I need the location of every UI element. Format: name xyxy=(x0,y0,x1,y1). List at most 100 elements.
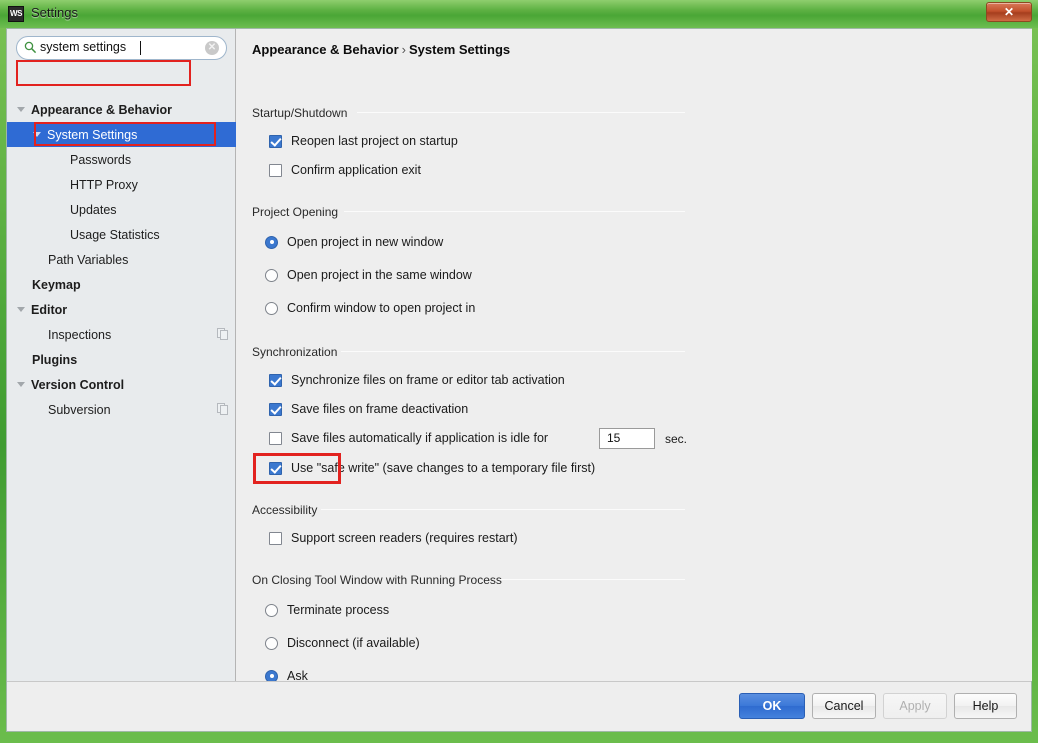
application-window: WS Settings ✕ system settings ✕ Appearan… xyxy=(0,0,1038,743)
checkbox-box xyxy=(269,461,282,475)
group-title-startup: Startup/Shutdown xyxy=(252,106,348,120)
checkbox-label: Use "safe write" (save changes to a temp… xyxy=(291,461,596,475)
sidebar-item-label: Path Variables xyxy=(48,252,129,267)
dialog-footer: OK Cancel Apply Help xyxy=(7,681,1031,731)
checkbox-label: Synchronize files on frame or editor tab… xyxy=(291,373,565,387)
help-button[interactable]: Help xyxy=(954,693,1017,719)
checkbox-reopen-last-project[interactable]: Reopen last project on startup xyxy=(269,134,458,148)
chevron-down-icon[interactable] xyxy=(33,132,41,137)
sidebar-item-label: Subversion xyxy=(48,402,111,417)
sidebar-item-system-settings[interactable]: System Settings xyxy=(7,122,236,147)
checkbox-label: Reopen last project on startup xyxy=(291,134,458,148)
copy-scope-icon xyxy=(217,328,228,340)
sidebar-item-label: Inspections xyxy=(48,327,112,342)
idle-seconds-unit-label: sec. xyxy=(665,432,688,446)
close-window-button[interactable]: ✕ xyxy=(986,2,1032,22)
sidebar-item-plugins[interactable]: Plugins xyxy=(7,347,236,372)
radio-label: Disconnect (if available) xyxy=(287,636,420,650)
checkbox-box xyxy=(269,402,282,416)
radio-confirm-window-to-open[interactable]: Confirm window to open project in xyxy=(265,301,475,315)
checkbox-box xyxy=(269,134,282,148)
sidebar-item-label: Usage Statistics xyxy=(70,227,160,242)
radio-label: Open project in new window xyxy=(287,235,444,249)
group-title-synchronization: Synchronization xyxy=(252,345,338,359)
radio-terminate-process[interactable]: Terminate process xyxy=(265,603,389,617)
clear-icon[interactable]: ✕ xyxy=(205,41,219,55)
group-title-accessibility: Accessibility xyxy=(252,503,318,517)
radio-circle xyxy=(265,268,278,282)
sidebar-item-label: System Settings xyxy=(47,127,138,142)
checkbox-synchronize-files[interactable]: Synchronize files on frame or editor tab… xyxy=(269,373,565,387)
chevron-down-icon[interactable] xyxy=(17,107,25,112)
sidebar-item-inspections[interactable]: Inspections xyxy=(7,322,236,347)
checkbox-support-screen-readers[interactable]: Support screen readers (requires restart… xyxy=(269,531,517,545)
search-icon xyxy=(24,41,37,54)
sidebar-item-label: Editor xyxy=(31,302,68,317)
group-divider-startup xyxy=(357,112,685,113)
sidebar-item-keymap[interactable]: Keymap xyxy=(7,272,236,297)
checkbox-label: Save files on frame deactivation xyxy=(291,402,469,416)
radio-open-project-same-window[interactable]: Open project in the same window xyxy=(265,268,472,282)
group-divider-closing-tool-window xyxy=(499,579,685,580)
sidebar-item-label: Passwords xyxy=(70,152,132,167)
idle-seconds-input[interactable]: 15 xyxy=(599,428,655,449)
radio-circle xyxy=(265,636,278,650)
chevron-down-icon[interactable] xyxy=(17,382,25,387)
checkbox-confirm-application-exit[interactable]: Confirm application exit xyxy=(269,163,421,177)
radio-circle xyxy=(265,235,278,249)
sidebar-item-label: Appearance & Behavior xyxy=(31,102,173,117)
group-divider-project-opening xyxy=(344,211,685,212)
checkbox-use-safe-write[interactable]: Use "safe write" (save changes to a temp… xyxy=(269,461,595,475)
breadcrumb-separator: › xyxy=(401,42,407,57)
radio-label: Terminate process xyxy=(287,603,390,617)
settings-content-pane: Appearance & Behavior › System Settings St… xyxy=(237,29,1032,681)
settings-sidebar: system settings ✕ Appearance & Behavior S… xyxy=(7,29,236,681)
highlight-search-box xyxy=(16,60,191,86)
checkbox-label: Save files automatically if application … xyxy=(291,431,549,445)
checkbox-box xyxy=(269,373,282,387)
search-input-value: system settings xyxy=(40,40,127,54)
checkbox-save-files-automatically[interactable]: Save files automatically if application … xyxy=(269,431,548,445)
sidebar-item-usage-statistics[interactable]: Usage Statistics xyxy=(7,222,236,247)
sidebar-item-path-variables[interactable]: Path Variables xyxy=(7,247,236,272)
radio-label: Confirm window to open project in xyxy=(287,301,476,315)
checkbox-box xyxy=(269,163,282,177)
radio-circle xyxy=(265,603,278,617)
group-divider-accessibility xyxy=(321,509,685,510)
breadcrumb: Appearance & Behavior › System Settings xyxy=(252,42,510,57)
cancel-button[interactable]: Cancel xyxy=(812,693,876,719)
sidebar-item-updates[interactable]: Updates xyxy=(7,197,236,222)
sidebar-item-label: Version Control xyxy=(31,377,125,392)
window-titlebar: WS Settings ✕ xyxy=(0,0,1038,28)
app-logo-icon: WS xyxy=(8,6,24,22)
settings-search[interactable]: system settings ✕ xyxy=(16,36,227,60)
radio-label: Ask xyxy=(287,669,308,681)
sidebar-item-http-proxy[interactable]: HTTP Proxy xyxy=(7,172,236,197)
group-title-project-opening: Project Opening xyxy=(252,205,339,219)
radio-disconnect-if-available[interactable]: Disconnect (if available) xyxy=(265,636,420,650)
sidebar-item-label: HTTP Proxy xyxy=(70,177,138,192)
checkbox-box xyxy=(269,431,282,445)
chevron-down-icon[interactable] xyxy=(17,307,25,312)
checkbox-save-files-on-deactivation[interactable]: Save files on frame deactivation xyxy=(269,402,468,416)
radio-open-project-new-window[interactable]: Open project in new window xyxy=(265,235,443,249)
group-title-closing-tool-window: On Closing Tool Window with Running Proc… xyxy=(252,573,502,587)
settings-dialog: system settings ✕ Appearance & Behavior S… xyxy=(6,28,1032,732)
sidebar-item-appearance-behavior[interactable]: Appearance & Behavior xyxy=(7,97,236,122)
sidebar-item-label: Keymap xyxy=(32,277,81,292)
window-title: Settings xyxy=(31,5,78,20)
radio-ask[interactable]: Ask xyxy=(265,669,308,681)
radio-circle xyxy=(265,301,278,315)
sidebar-item-editor[interactable]: Editor xyxy=(7,297,236,322)
sidebar-item-version-control[interactable]: Version Control xyxy=(7,372,236,397)
sidebar-item-label: Updates xyxy=(70,202,117,217)
search-caret xyxy=(140,41,141,55)
checkbox-label: Support screen readers (requires restart… xyxy=(291,531,518,545)
settings-tree: Appearance & Behavior System Settings Pass… xyxy=(7,97,236,422)
sidebar-item-subversion[interactable]: Subversion xyxy=(7,397,236,422)
ok-button[interactable]: OK xyxy=(739,693,805,719)
checkbox-box xyxy=(269,531,282,545)
sidebar-item-passwords[interactable]: Passwords xyxy=(7,147,236,172)
checkbox-label: Confirm application exit xyxy=(291,163,421,177)
breadcrumb-parent[interactable]: Appearance & Behavior xyxy=(252,42,399,57)
